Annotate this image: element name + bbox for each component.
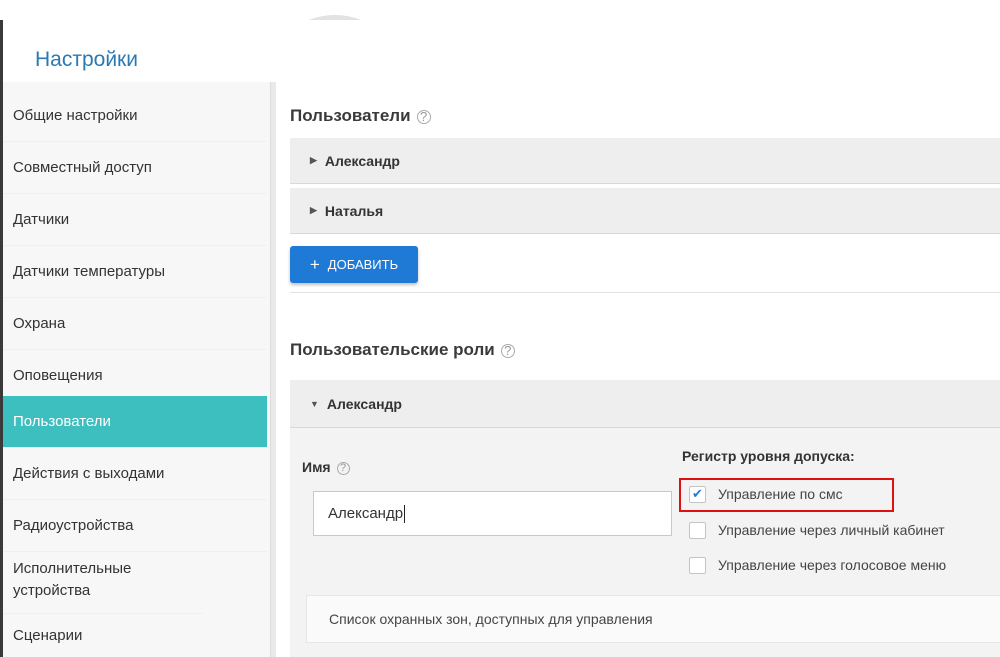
users-title-text: Пользователи [290,106,411,125]
zones-label: Список охранных зон, доступных для управ… [329,611,653,627]
sidebar-item-output-actions[interactable]: Действия с выходами [3,448,267,500]
add-button-label: ДОБАВИТЬ [327,257,399,272]
name-input[interactable]: Александр [313,491,672,536]
help-icon[interactable]: ? [416,109,431,124]
app-title: Настройки [35,48,138,71]
roles-section-title: Пользовательские роли? [290,340,515,360]
name-label-text: Имя [302,459,331,475]
permission-voice-menu[interactable]: Управление через голосовое меню [689,554,946,576]
user-row-alexander[interactable]: ▶ Александр [290,138,1000,184]
sidebar-item-actuators[interactable]: Исполнительные устройства [3,548,203,614]
app-header: Настройки [3,20,1000,82]
sidebar-item-security[interactable]: Охрана [3,298,267,350]
user-name: Наталья [324,202,384,219]
help-icon[interactable]: ? [336,461,350,475]
sidebar-item-scenarios[interactable]: Сценарии [3,610,267,657]
users-section-title: Пользователи? [290,106,431,126]
caret-right-icon: ▶ [310,205,317,215]
permission-label: Управление через голосовое меню [718,557,947,573]
name-input-value: Александр [328,505,404,522]
section-divider [290,292,1000,293]
caret-down-icon: ▼ [310,398,319,409]
sidebar-item-radio-devices[interactable]: Радиоустройства [3,500,267,552]
help-icon[interactable]: ? [500,343,515,358]
sidebar-item-sensors[interactable]: Датчики [3,194,267,246]
role-row-alexander[interactable]: ▼ Александр [290,380,1000,428]
top-strip [0,0,1000,20]
caret-right-icon: ▶ [310,155,317,165]
add-user-button[interactable]: + ДОБАВИТЬ [290,246,418,283]
permission-sms[interactable]: ✔ Управление по смс [689,483,843,505]
plus-icon: + [309,254,320,274]
role-user-name: Александр [326,395,402,412]
text-cursor [404,504,406,523]
user-row-natalia[interactable]: ▶ Наталья [290,188,1000,234]
permission-label: Управление по смс [718,486,843,502]
main-content: Пользователи? ▶ Александр ▶ Наталья + ДО… [276,82,1000,657]
permission-label: Управление через личный кабинет [718,522,945,538]
checkbox-unchecked[interactable] [689,521,706,539]
roles-title-text: Пользовательские роли [290,340,495,359]
sidebar-item-general[interactable]: Общие настройки [3,90,267,142]
security-zones-row[interactable]: Список охранных зон, доступных для управ… [306,595,1000,643]
name-field-label: Имя? [302,459,350,475]
checkbox-checked[interactable]: ✔ [689,485,706,503]
permission-cabinet[interactable]: Управление через личный кабинет [689,519,945,541]
checkbox-unchecked[interactable] [689,556,706,574]
sidebar-item-users[interactable]: Пользователи [3,396,267,448]
sidebar-item-notifications[interactable]: Оповещения [3,350,267,402]
user-name: Александр [324,152,400,169]
sidebar-item-sharing[interactable]: Совместный доступ [3,142,267,194]
sidebar-item-temperature-sensors[interactable]: Датчики температуры [3,246,267,298]
access-level-title: Регистр уровня допуска: [682,448,855,464]
sidebar: Общие настройки Совместный доступ Датчик… [3,82,270,657]
